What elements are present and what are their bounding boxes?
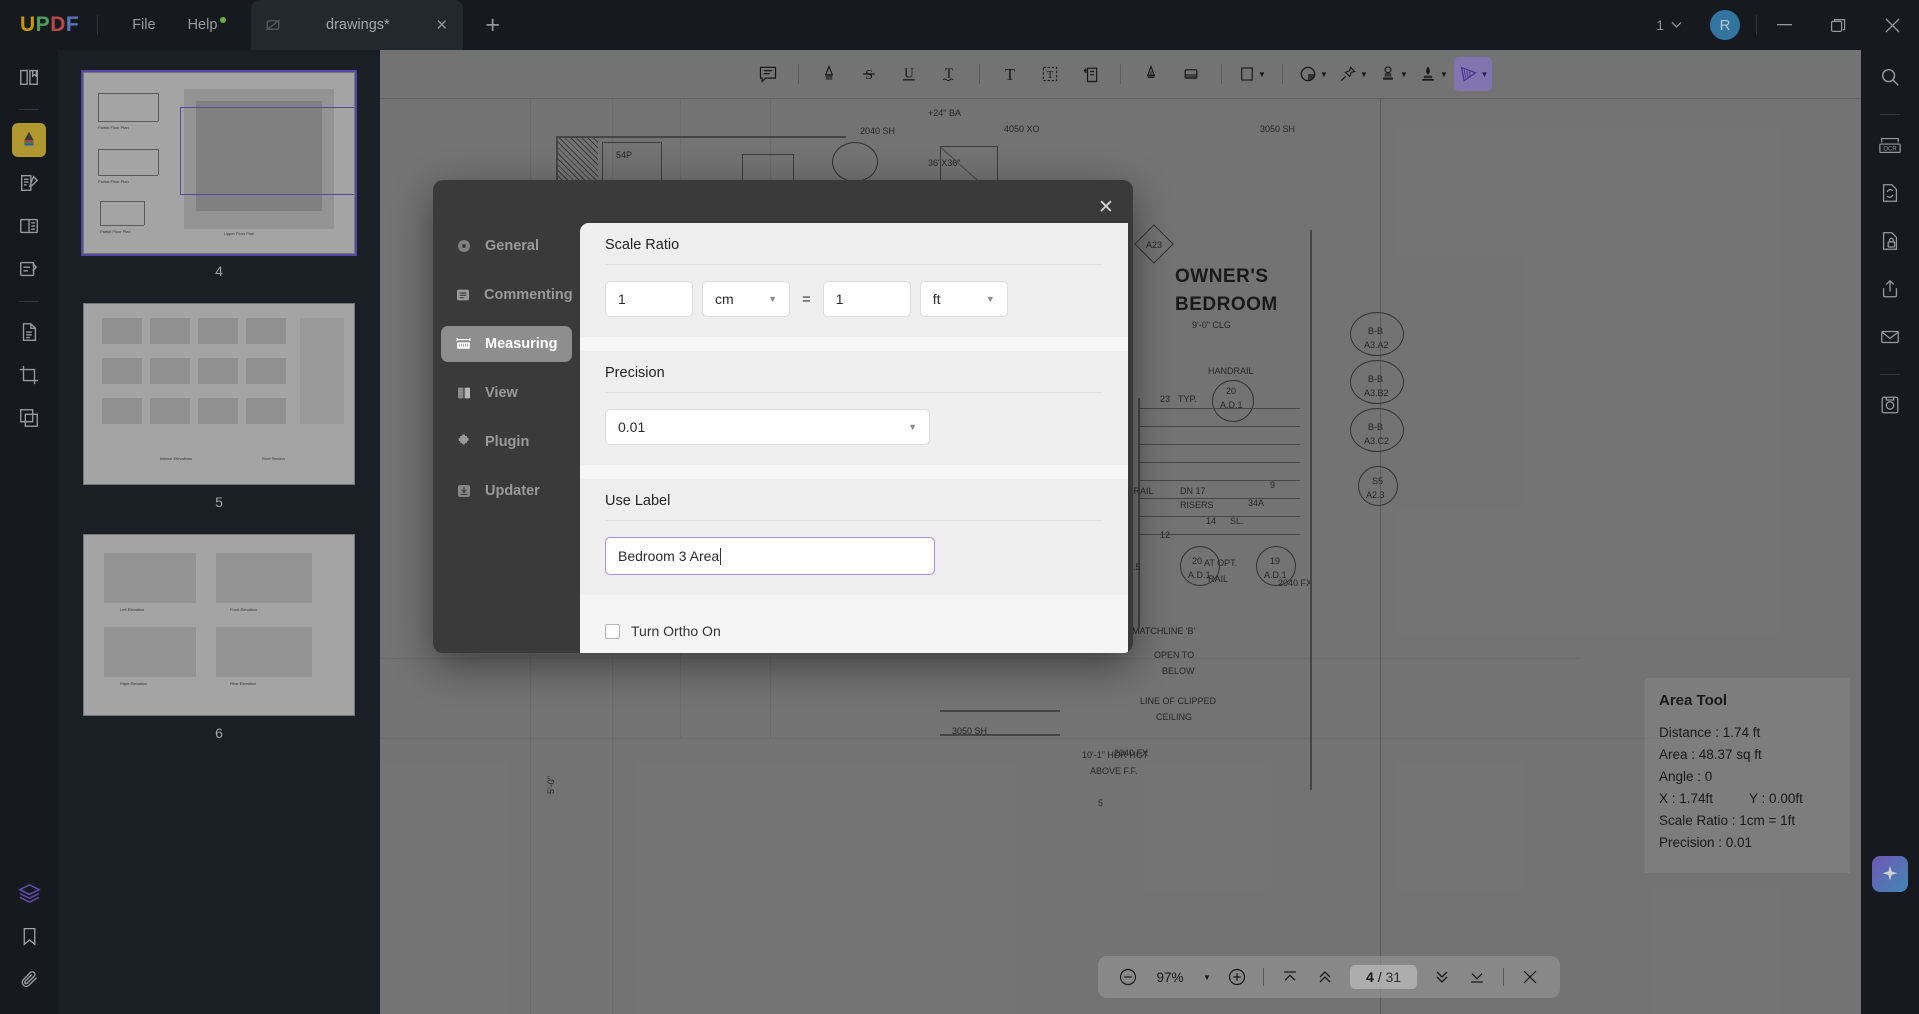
measuring-settings-panel: Scale Ratio 1 cm ▼ = 1 ft ▼ Precision 0.… <box>580 223 1128 653</box>
scale-left-value-input[interactable]: 1 <box>605 281 693 317</box>
chevron-down-icon: ▼ <box>985 294 995 304</box>
nav-item-measuring[interactable]: Measuring <box>441 326 572 362</box>
precision-select[interactable]: 0.01 ▼ <box>605 409 930 445</box>
scale-right-value-input[interactable]: 1 <box>822 281 911 317</box>
puzzle-icon <box>455 434 472 451</box>
nav-item-updater-label: Updater <box>485 483 540 499</box>
nav-item-commenting[interactable]: Commenting <box>441 277 573 313</box>
nav-item-updater[interactable]: Updater <box>441 473 572 509</box>
use-label-input[interactable]: Bedroom 3 Area <box>605 537 935 575</box>
scale-right-unit-select[interactable]: ft ▼ <box>919 281 1008 317</box>
measuring-checkbox-section: Turn Ortho On Hide Measurement Info Wind… <box>580 609 1128 653</box>
scale-ratio-rule <box>605 264 1103 265</box>
scale-ratio-fields: 1 cm ▼ = 1 ft ▼ <box>605 281 1103 317</box>
equals-sign: = <box>802 290 811 308</box>
comment-lines-icon <box>455 287 471 304</box>
modal-close-button[interactable]: ✕ <box>1093 194 1119 220</box>
download-icon <box>455 483 472 500</box>
use-label-title: Use Label <box>605 493 671 509</box>
nav-item-measuring-label: Measuring <box>485 336 558 352</box>
nav-item-view-label: View <box>485 385 518 401</box>
scale-left-unit-value: cm <box>715 291 734 307</box>
precision-title: Precision <box>605 365 665 381</box>
chevron-down-icon: ▼ <box>768 294 777 304</box>
precision-value: 0.01 <box>618 419 646 435</box>
preferences-dialog: ✕ General Commenting Measuring View Plug… <box>433 180 1133 653</box>
use-label-rule <box>605 520 1103 521</box>
gear-icon <box>455 238 472 255</box>
nav-item-view[interactable]: View <box>441 375 572 411</box>
updf-application-window: UPDF File Help drawings* × + 1 R Partial… <box>0 0 1919 1014</box>
nav-item-plugin-label: Plugin <box>485 434 530 450</box>
turn-ortho-on-label: Turn Ortho On <box>631 623 721 639</box>
scale-right-unit-value: ft <box>932 291 941 307</box>
nav-item-general-label: General <box>485 238 539 254</box>
scale-ratio-title: Scale Ratio <box>605 237 680 253</box>
preferences-nav: General Commenting Measuring View Plugin… <box>433 180 580 653</box>
precision-section: Precision 0.01 ▼ <box>580 351 1128 465</box>
turn-ortho-on-row[interactable]: Turn Ortho On <box>580 623 1128 639</box>
nav-item-commenting-label: Commenting <box>484 287 573 303</box>
chevron-down-icon: ▼ <box>908 422 917 432</box>
nav-item-plugin[interactable]: Plugin <box>441 424 572 460</box>
turn-ortho-on-checkbox[interactable] <box>605 623 620 639</box>
text-cursor <box>720 547 722 565</box>
use-label-value: Bedroom 3 Area <box>618 548 720 564</box>
scale-ratio-section: Scale Ratio 1 cm ▼ = 1 ft ▼ <box>580 223 1128 337</box>
use-label-section: Use Label Bedroom 3 Area <box>580 479 1128 595</box>
ruler-icon <box>455 336 472 353</box>
view-panels-icon <box>455 385 472 402</box>
scale-left-unit-select[interactable]: cm ▼ <box>702 281 790 317</box>
precision-rule <box>605 392 1103 393</box>
nav-item-general[interactable]: General <box>441 228 572 264</box>
